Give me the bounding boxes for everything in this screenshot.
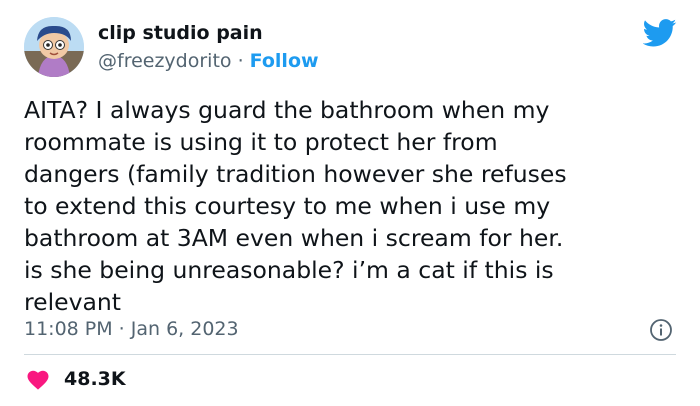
heart-icon xyxy=(27,370,49,390)
handle-separator: · xyxy=(231,50,250,72)
tweet-text-line: relevant xyxy=(24,288,122,316)
tweet-text-line: roommate is using it to protect her from xyxy=(24,128,498,156)
twitter-bird-icon[interactable] xyxy=(643,19,677,47)
tweet-text: AITA? I always guard the bathroom when m… xyxy=(24,94,684,318)
author-display-name[interactable]: clip studio pain xyxy=(98,22,263,44)
tweet-card: clip studio pain @freezydorito · Follow … xyxy=(0,0,700,406)
author-handle[interactable]: @freezydorito xyxy=(98,50,232,72)
info-icon[interactable] xyxy=(649,318,673,342)
tweet-text-line: to extend this courtesy to me when i use… xyxy=(24,192,551,220)
author-handle-row: @freezydorito · Follow xyxy=(98,50,319,72)
tweet-text-line: dangers (family tradition however she re… xyxy=(24,160,567,188)
avatar[interactable] xyxy=(24,17,84,77)
follow-button[interactable]: Follow xyxy=(250,50,319,72)
like-count: 48.3K xyxy=(64,368,126,390)
tweet-text-line: AITA? I always guard the bathroom when m… xyxy=(24,96,550,124)
tweet-text-line: bathroom at 3AM even when i scream for h… xyxy=(24,224,564,252)
tweet-text-line: is she being unreasonable? i’m a cat if … xyxy=(24,256,554,284)
divider xyxy=(24,354,676,355)
tweet-timestamp[interactable]: 11:08 PM · Jan 6, 2023 xyxy=(24,318,239,340)
